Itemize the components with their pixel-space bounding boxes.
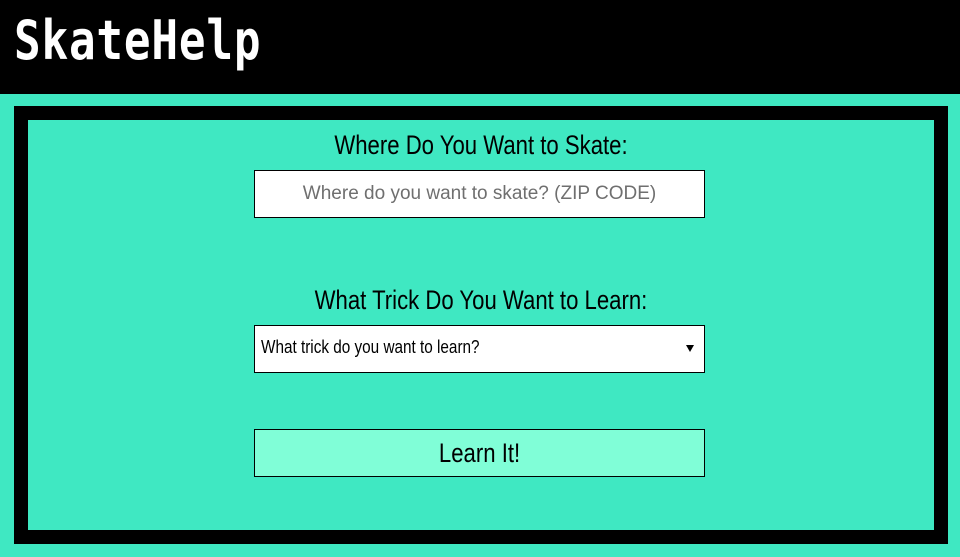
learn-it-button[interactable]: Learn It! xyxy=(254,429,705,477)
app-header: SkateHelp xyxy=(0,0,960,94)
zip-code-input[interactable] xyxy=(254,170,705,218)
brand-logo[interactable]: SkateHelp xyxy=(14,6,261,76)
chevron-down-icon[interactable] xyxy=(686,345,694,352)
location-label: Where Do You Want to Skate: xyxy=(334,130,628,160)
learn-it-button-label: Learn It! xyxy=(438,437,521,468)
trick-select-value: What trick do you want to learn? xyxy=(261,337,480,357)
trick-label: What Trick Do You Want to Learn: xyxy=(314,285,648,315)
search-form-panel: Where Do You Want to Skate: What Trick D… xyxy=(14,106,948,544)
trick-select[interactable]: What trick do you want to learn? xyxy=(254,325,705,373)
